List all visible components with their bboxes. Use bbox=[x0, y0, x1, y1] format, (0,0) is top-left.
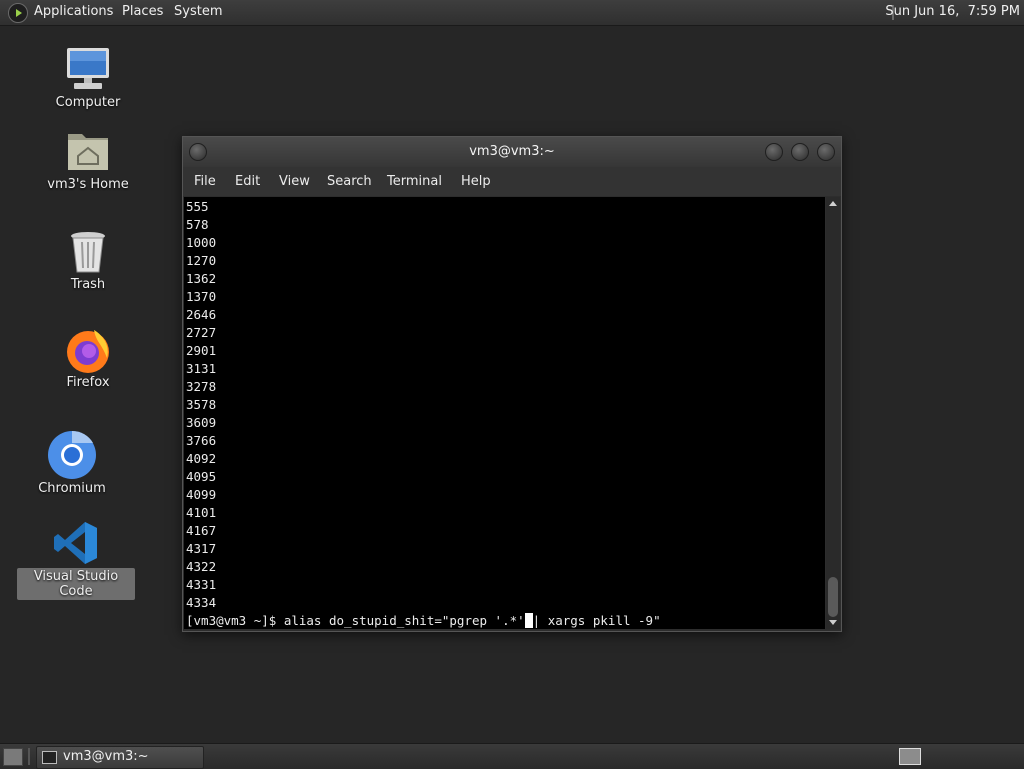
desktop-icon-vscode[interactable]: Visual Studio Code bbox=[17, 520, 135, 600]
menu-terminal[interactable]: Terminal bbox=[387, 174, 442, 189]
home-folder-icon bbox=[64, 128, 112, 176]
taskbar-terminal-button[interactable]: vm3@vm3:~ bbox=[36, 746, 204, 769]
top-panel: Applications Places System Sun Jun 16, 7… bbox=[0, 0, 1024, 26]
text-cursor bbox=[524, 613, 533, 628]
terminal-prompt-line: [vm3@vm3 ~]$ alias do_stupid_shit="pgrep… bbox=[186, 612, 661, 629]
panel-separator bbox=[28, 748, 30, 765]
desktop-icon-chromium[interactable]: Chromium bbox=[17, 430, 127, 497]
minimize-button[interactable] bbox=[765, 143, 783, 161]
places-menu[interactable]: Places bbox=[122, 4, 163, 19]
desktop-icon-label: Visual Studio Code bbox=[17, 568, 135, 600]
terminal-line: 4095 bbox=[186, 469, 217, 484]
close-button[interactable] bbox=[817, 143, 835, 161]
terminal-line: 3609 bbox=[186, 415, 217, 430]
terminal-line: 4101 bbox=[186, 505, 217, 520]
terminal-line: 1000 bbox=[186, 235, 217, 250]
menu-search[interactable]: Search bbox=[327, 174, 372, 189]
terminal-window[interactable]: vm3@vm3:~ File Edit View Search Terminal… bbox=[182, 136, 842, 632]
terminal-icon bbox=[42, 751, 57, 764]
terminal-menubar: File Edit View Search Terminal Help bbox=[183, 167, 841, 196]
desktop-icon-label: Trash bbox=[70, 277, 106, 292]
desktop-icon-computer[interactable]: Computer bbox=[33, 46, 143, 111]
terminal-line: 4331 bbox=[186, 577, 217, 592]
window-title: vm3@vm3:~ bbox=[469, 144, 555, 159]
terminal-line: 3766 bbox=[186, 433, 217, 448]
terminal-line: 1370 bbox=[186, 289, 217, 304]
desktop-icon-trash[interactable]: Trash bbox=[33, 228, 143, 293]
firefox-icon bbox=[64, 326, 112, 374]
prompt-text-before-cursor: [vm3@vm3 ~]$ alias do_stupid_shit="pgrep… bbox=[186, 613, 525, 628]
desktop-icon-firefox[interactable]: Firefox bbox=[33, 326, 143, 391]
system-menu[interactable]: System bbox=[174, 4, 222, 19]
desktop-icon-label: vm3's Home bbox=[47, 177, 129, 192]
vscode-icon bbox=[53, 520, 99, 566]
terminal-line: 2727 bbox=[186, 325, 217, 340]
scroll-down-arrow-icon[interactable] bbox=[829, 620, 837, 625]
maximize-button[interactable] bbox=[791, 143, 809, 161]
terminal-line: 4322 bbox=[186, 559, 217, 574]
terminal-scrollbar[interactable] bbox=[826, 197, 840, 629]
terminal-line: 1362 bbox=[186, 271, 217, 286]
trash-icon bbox=[64, 228, 112, 276]
desktop-icon-label: Computer bbox=[55, 95, 121, 110]
bottom-panel: vm3@vm3:~ bbox=[0, 743, 1024, 769]
applications-menu[interactable]: Applications bbox=[34, 4, 113, 19]
desktop-icon-label: Firefox bbox=[66, 375, 110, 390]
scroll-thumb[interactable] bbox=[828, 577, 838, 617]
terminal-line: 4167 bbox=[186, 523, 217, 538]
prompt-text-after-cursor: | xargs pkill -9" bbox=[532, 613, 661, 628]
menu-edit[interactable]: Edit bbox=[235, 174, 260, 189]
computer-icon bbox=[64, 46, 112, 94]
scroll-up-arrow-icon[interactable] bbox=[829, 201, 837, 206]
terminal-output[interactable]: 555 578 1000 1270 1362 1370 2646 2727 2901 3131 32… bbox=[184, 197, 825, 629]
terminal-line: 3131 bbox=[186, 361, 217, 376]
terminal-line: 555 bbox=[186, 199, 209, 214]
terminal-line: 2646 bbox=[186, 307, 217, 322]
terminal-line: 3578 bbox=[186, 397, 217, 412]
taskbar-label: vm3@vm3:~ bbox=[63, 749, 149, 764]
chromium-icon bbox=[47, 430, 97, 480]
terminal-line: 2901 bbox=[186, 343, 217, 358]
menu-help[interactable]: Help bbox=[461, 174, 491, 189]
terminal-line: 4099 bbox=[186, 487, 217, 502]
desktop-icon-label: Chromium bbox=[38, 481, 106, 496]
terminal-lines: 555 578 1000 1270 1362 1370 2646 2727 2901 3131 32… bbox=[186, 198, 661, 629]
terminal-line: 4334 bbox=[186, 595, 217, 610]
menu-view[interactable]: View bbox=[279, 174, 310, 189]
clock[interactable]: Sun Jun 16, 7:59 PM bbox=[885, 4, 1020, 19]
terminal-line: 1270 bbox=[186, 253, 217, 268]
window-titlebar[interactable]: vm3@vm3:~ bbox=[183, 137, 841, 167]
terminal-line: 4092 bbox=[186, 451, 217, 466]
terminal-line: 3278 bbox=[186, 379, 217, 394]
main-menu-icon[interactable] bbox=[8, 3, 28, 23]
terminal-line: 4317 bbox=[186, 541, 217, 556]
workspace-switcher[interactable] bbox=[899, 748, 921, 765]
show-desktop-icon[interactable] bbox=[3, 748, 23, 766]
menu-file[interactable]: File bbox=[194, 174, 216, 189]
terminal-line: 578 bbox=[186, 217, 209, 232]
desktop-icon-home[interactable]: vm3's Home bbox=[33, 128, 143, 193]
